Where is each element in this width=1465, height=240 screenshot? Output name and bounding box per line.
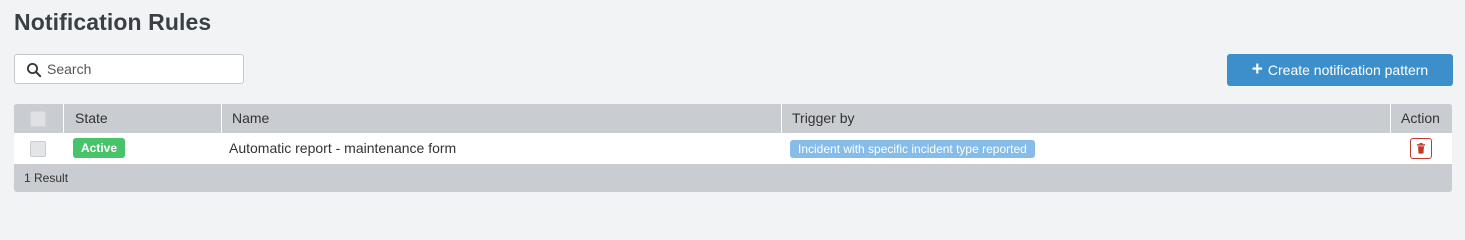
column-header-action: Action <box>1401 110 1440 126</box>
result-count: 1 Result <box>24 171 69 185</box>
page-title: Notification Rules <box>14 9 212 35</box>
notification-rules-page: Notification Rules + Create notification… <box>0 0 1465 212</box>
column-header-state[interactable]: State <box>65 104 221 133</box>
search-input[interactable] <box>47 55 237 83</box>
delete-button[interactable] <box>1410 138 1432 159</box>
trash-icon <box>1417 143 1425 154</box>
create-button-label: Create notification pattern <box>1267 62 1429 78</box>
status-badge: Active <box>73 138 126 158</box>
select-all-checkbox[interactable] <box>30 111 46 127</box>
notification-rules-table: State Name Trigger by Action Active Auto… <box>14 104 1452 192</box>
table-header: State Name Trigger by Action <box>14 104 1452 133</box>
table-row[interactable]: Active Automatic report - maintenance fo… <box>14 133 1452 164</box>
column-header-trigger-by[interactable]: Trigger by <box>782 104 1390 133</box>
create-notification-pattern-button[interactable]: + Create notification pattern <box>1227 54 1453 86</box>
search-icon <box>27 63 42 78</box>
trigger-badge: Incident with specific incident type rep… <box>790 140 1035 158</box>
row-select-checkbox[interactable] <box>30 141 46 157</box>
rule-name[interactable]: Automatic report - maintenance form <box>229 133 456 164</box>
plus-icon: + <box>1251 58 1263 80</box>
column-header-name[interactable]: Name <box>222 104 781 133</box>
column-divider <box>63 104 64 133</box>
search-box[interactable] <box>14 54 244 84</box>
